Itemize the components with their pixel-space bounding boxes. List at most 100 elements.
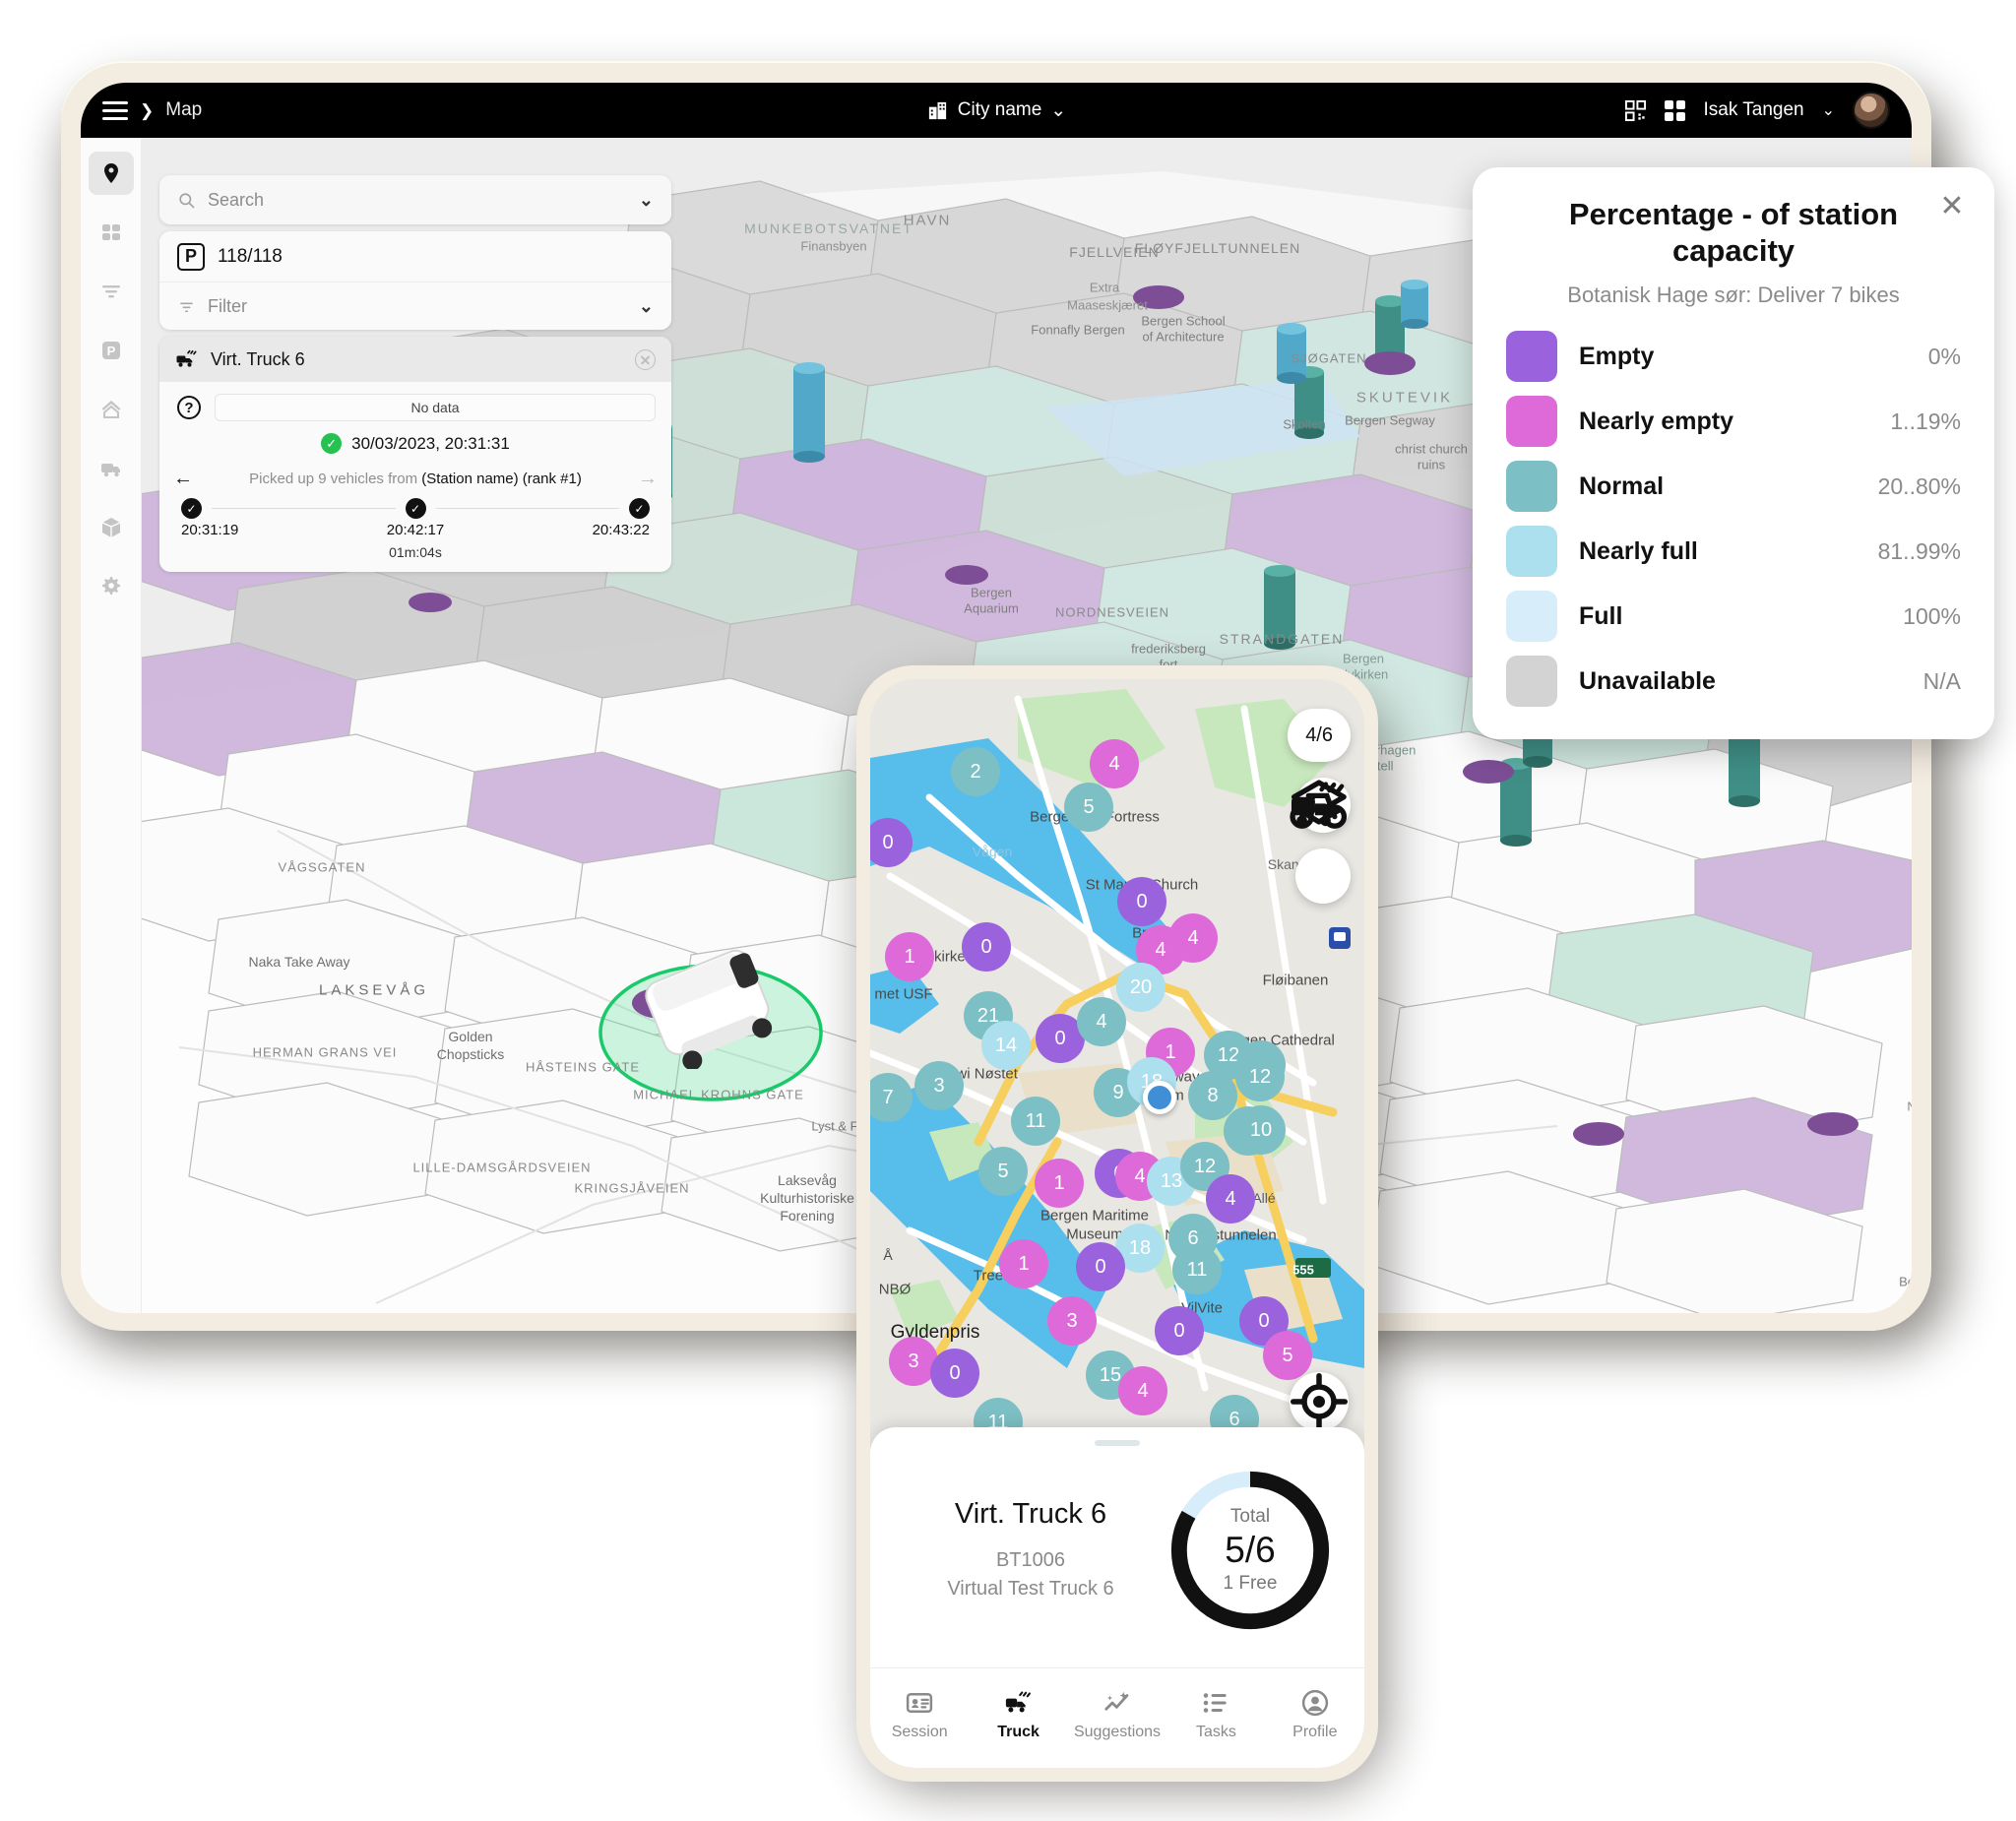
sheet-body: Virt. Truck 6 BT1006 Virtual Test Truck … (870, 1446, 1364, 1637)
hamburger-icon[interactable] (102, 100, 128, 120)
filter-icon-small (180, 302, 193, 312)
map-label: NBØ (878, 1281, 912, 1298)
truck-summary: Virt. Truck 6 BT1006 Virtual Test Truck … (898, 1498, 1164, 1603)
station-marker[interactable]: 4 (1118, 1366, 1167, 1415)
timeline-check-1: ✓ (181, 498, 202, 519)
timeline-times: 20:31:19 20:42:17 20:43:22 (181, 522, 650, 538)
chevron-down-icon-user[interactable]: ⌄ (1822, 100, 1835, 120)
sidebar-item-home[interactable] (89, 388, 134, 431)
legend-row[interactable]: Normal 20..80% (1506, 454, 1961, 519)
station-marker[interactable]: 4 (1090, 739, 1139, 788)
help-icon[interactable]: ? (177, 396, 201, 419)
map-label: Skolten (1283, 416, 1326, 432)
search-card: Search ⌄ (159, 175, 671, 224)
phone-device: Bergenhus FortressSt Mary's ChurchBrygge… (856, 665, 1378, 1782)
timestamp-label: 30/03/2023, 20:31:31 (351, 433, 510, 453)
qr-code-icon[interactable] (1624, 99, 1647, 122)
map-label: Bergen Maritime (1040, 1207, 1150, 1224)
grid-apps-icon[interactable] (1665, 99, 1686, 121)
legend-label: Nearly full (1579, 536, 1698, 565)
locate-button[interactable] (1290, 1372, 1349, 1431)
station-marker[interactable]: 1 (885, 932, 934, 981)
avatar[interactable] (1853, 92, 1890, 129)
sidebar-rail: P (81, 138, 142, 1313)
legend-value: 100% (1903, 602, 1961, 629)
topbar-right-group: Isak Tangen ⌄ (1624, 92, 1890, 129)
chevron-down-icon-search[interactable]: ⌄ (639, 190, 654, 211)
station-marker[interactable]: 20 (1116, 963, 1166, 1012)
no-data-row: ? No data (159, 382, 671, 425)
legend-row[interactable]: Unavailable N/A (1506, 649, 1961, 714)
station-marker[interactable]: 1 (1035, 1159, 1084, 1208)
station-marker[interactable]: 0 (1155, 1306, 1204, 1355)
phone-map-canvas[interactable]: Bergenhus FortressSt Mary's ChurchBrygge… (870, 679, 1364, 1457)
layers-button[interactable] (1292, 780, 1351, 904)
sparkle-chart-icon (1104, 1691, 1129, 1711)
arrow-left-icon[interactable]: ← (173, 468, 193, 490)
sidebar-item-dashboard[interactable] (89, 211, 134, 254)
map-label: HERMAN GRANS VEI (252, 1044, 398, 1060)
parking-count-row[interactable]: P 118/118 (159, 231, 671, 283)
station-marker[interactable]: 3 (914, 1061, 964, 1110)
station-marker[interactable]: 12 (1235, 1052, 1285, 1101)
map-label: Chopsticks (436, 1046, 505, 1062)
map-label: ruins (1417, 457, 1446, 472)
search-input[interactable]: Search ⌄ (159, 175, 671, 224)
tab-truck[interactable]: Truck (969, 1688, 1067, 1741)
map-label: Extra (1089, 280, 1120, 295)
map-label: Bergen School (1141, 313, 1226, 329)
legend-row[interactable]: Empty 0% (1506, 324, 1961, 389)
user-circle-icon (1301, 1689, 1328, 1716)
close-icon[interactable]: ✕ (1937, 192, 1967, 222)
sidebar-item-truck[interactable] (89, 447, 134, 490)
layers-icon (1292, 780, 1348, 825)
close-icon[interactable] (635, 348, 656, 370)
station-marker[interactable]: 1 (999, 1239, 1048, 1288)
breadcrumb[interactable]: Map (165, 99, 202, 121)
legend-row[interactable]: Nearly empty 1..19% (1506, 389, 1961, 454)
station-marker[interactable]: 0 (930, 1349, 979, 1398)
sidebar-item-box[interactable] (89, 506, 134, 549)
truck-card-header[interactable]: Virt. Truck 6 (159, 337, 671, 382)
phone-screen: Bergenhus FortressSt Mary's ChurchBrygge… (870, 679, 1364, 1768)
sidebar-item-filter[interactable] (89, 270, 134, 313)
timeline: ✓ ✓ ✓ 20:31:19 20:42:17 20:43:22 01m:04s (159, 492, 671, 572)
station-marker[interactable]: 2 (951, 747, 1000, 796)
legend-row[interactable]: Full 100% (1506, 584, 1961, 649)
station-marker[interactable]: 11 (1172, 1245, 1222, 1294)
city-selector[interactable]: City name ⌄ (926, 99, 1066, 122)
station-marker[interactable]: 0 (1117, 877, 1166, 926)
filter-input[interactable]: Filter ⌄ (159, 283, 671, 330)
sidebar-item-settings[interactable] (89, 565, 134, 608)
truck-icon (100, 464, 120, 477)
station-marker[interactable]: 5 (1064, 783, 1113, 832)
tab-session[interactable]: Session (870, 1688, 969, 1741)
legend-row[interactable]: Nearly full 81..99% (1506, 519, 1961, 584)
station-marker[interactable]: 5 (978, 1147, 1028, 1196)
station-marker[interactable]: 4 (1206, 1174, 1255, 1224)
truck-vehicle-3d[interactable] (628, 941, 805, 1069)
list-icon (1204, 1692, 1228, 1713)
user-name-label[interactable]: Isak Tangen (1703, 99, 1803, 121)
map-label: Naka Take Away (248, 954, 350, 970)
sidebar-item-parking[interactable]: P (89, 329, 134, 372)
chevron-down-icon-filter[interactable]: ⌄ (639, 296, 654, 317)
station-marker[interactable]: 14 (981, 1021, 1031, 1070)
sidebar-item-map[interactable] (88, 152, 134, 195)
arrow-right-icon[interactable]: → (638, 468, 658, 490)
station-marker[interactable]: 4 (1077, 997, 1126, 1046)
legend-swatch (1506, 526, 1557, 578)
tab-label: Tasks (1195, 1723, 1236, 1740)
station-marker[interactable]: 3 (1047, 1296, 1097, 1346)
tab-tasks[interactable]: Tasks (1166, 1688, 1265, 1741)
locate-target-icon (1291, 1373, 1348, 1430)
station-marker[interactable]: 4 (1168, 913, 1218, 963)
legend-subtitle: Botanisk Hage sør: Deliver 7 bikes (1567, 283, 1900, 308)
station-marker[interactable]: 10 (1236, 1105, 1286, 1155)
station-marker[interactable]: 11 (1011, 1097, 1060, 1146)
station-marker[interactable]: 0 (962, 922, 1011, 972)
tab-label: Truck (997, 1723, 1040, 1740)
tab-profile[interactable]: Profile (1266, 1688, 1364, 1741)
tab-suggestions[interactable]: Suggestions (1068, 1688, 1166, 1741)
station-marker[interactable]: 0 (1076, 1242, 1125, 1291)
